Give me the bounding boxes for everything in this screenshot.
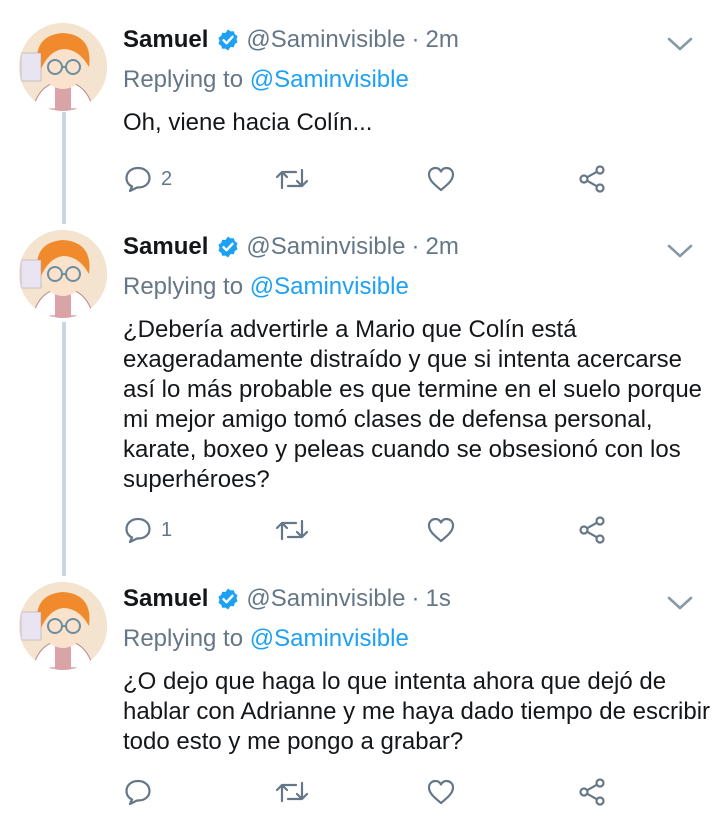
share-icon (579, 516, 605, 544)
replying-to: Replying to @Saminvisible (123, 273, 409, 301)
display-name[interactable]: Samuel (123, 233, 208, 261)
user-handle[interactable]: @Saminvisible (246, 233, 405, 261)
retweet-button[interactable] (274, 515, 310, 545)
tweet-actions (0, 775, 720, 811)
reply-button[interactable]: 2 (123, 164, 172, 194)
avatar[interactable] (19, 582, 107, 670)
separator-dot: · (411, 233, 420, 260)
chevron-down-icon[interactable] (665, 241, 695, 261)
reply-icon (125, 166, 151, 193)
retweet-icon (275, 519, 309, 541)
like-button[interactable] (426, 777, 456, 807)
tweet-header: Samuel @Saminvisible · 1s (123, 579, 451, 619)
display-name[interactable]: Samuel (123, 26, 208, 54)
retweet-button[interactable] (274, 164, 310, 194)
verified-badge-icon (218, 588, 238, 610)
tweet[interactable]: Samuel @Saminvisible · 1s Replying to @S… (0, 579, 720, 819)
replying-to-label: Replying to (123, 66, 244, 93)
replying-to-mention[interactable]: @Saminvisible (250, 273, 409, 300)
replying-to-label: Replying to (123, 273, 244, 300)
replying-to-mention[interactable]: @Saminvisible (250, 625, 409, 652)
reply-count: 1 (161, 518, 173, 541)
tweet-text: Oh, viene hacia Colín... (123, 109, 373, 136)
separator-dot: · (411, 585, 420, 612)
replying-to-label: Replying to (123, 625, 244, 652)
replying-to-mention[interactable]: @Saminvisible (250, 66, 409, 93)
avatar[interactable] (19, 230, 107, 318)
share-button[interactable] (577, 164, 607, 194)
reply-count: 2 (161, 167, 173, 190)
share-icon (579, 165, 605, 193)
reply-button[interactable] (123, 777, 161, 807)
verified-badge-icon (218, 236, 238, 258)
replying-to: Replying to @Saminvisible (123, 66, 409, 94)
retweet-button[interactable] (274, 777, 310, 807)
reply-icon (125, 779, 151, 806)
tweet-header: Samuel @Saminvisible · 2m (123, 227, 459, 267)
user-handle[interactable]: @Saminvisible (246, 26, 405, 54)
like-button[interactable] (426, 515, 456, 545)
tweet-text: ¿O dejo que haga lo que intenta ahora qu… (123, 668, 711, 755)
separator-dot: · (411, 26, 420, 53)
reply-button[interactable]: 1 (123, 515, 172, 545)
retweet-icon (275, 781, 309, 803)
retweet-icon (275, 168, 309, 190)
chevron-down-icon[interactable] (665, 34, 695, 54)
tweet-text: ¿Debería advertirle a Mario que Colín es… (123, 316, 703, 493)
avatar[interactable] (19, 23, 107, 111)
reply-icon (125, 517, 151, 544)
user-handle[interactable]: @Saminvisible (246, 585, 405, 613)
timestamp[interactable]: 2m (425, 26, 458, 54)
timestamp[interactable]: 2m (425, 233, 458, 261)
timestamp[interactable]: 1s (425, 585, 450, 613)
tweet-actions: 2 (0, 162, 720, 198)
tweet-actions: 1 (0, 513, 720, 549)
like-button[interactable] (426, 164, 456, 194)
chevron-down-icon[interactable] (665, 593, 695, 613)
tweet-header: Samuel @Saminvisible · 2m (123, 20, 459, 60)
share-button[interactable] (577, 777, 607, 807)
heart-icon (427, 517, 455, 543)
heart-icon (427, 166, 455, 192)
verified-badge-icon (218, 29, 238, 51)
display-name[interactable]: Samuel (123, 585, 208, 613)
heart-icon (427, 779, 455, 805)
share-icon (579, 778, 605, 806)
tweet[interactable]: Samuel @Saminvisible · 2m Replying to @S… (0, 20, 720, 220)
share-button[interactable] (577, 515, 607, 545)
tweet[interactable]: Samuel @Saminvisible · 2m Replying to @S… (0, 227, 720, 567)
replying-to: Replying to @Saminvisible (123, 625, 409, 653)
